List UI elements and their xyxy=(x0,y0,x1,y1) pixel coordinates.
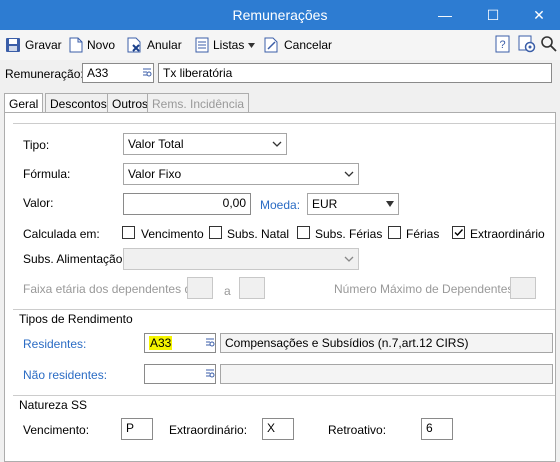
geral-panel: Tipo: Valor Total Fórmula: Valor Fixo Va… xyxy=(4,112,556,462)
tipo-select[interactable]: Valor Total xyxy=(123,133,287,155)
chevron-down-icon xyxy=(344,171,354,177)
valor-label: Valor: xyxy=(23,196,54,210)
faixa-etaria-label: Faixa etária dos dependentes de xyxy=(23,282,198,296)
tab-descontos[interactable]: Descontos xyxy=(45,93,112,113)
vencimento-ss-label: Vencimento: xyxy=(23,423,90,437)
retroativo-label: Retroativo: xyxy=(328,423,387,437)
svg-text:?: ? xyxy=(499,39,505,51)
geral-group xyxy=(13,123,555,124)
chevron-down-icon xyxy=(344,256,354,262)
nao-residentes-label[interactable]: Não residentes: xyxy=(23,368,107,382)
valor-value: 0,00 xyxy=(222,196,246,210)
chevron-down-icon xyxy=(248,42,256,48)
formula-value: Valor Fixo xyxy=(128,167,182,181)
tipo-label: Tipo: xyxy=(23,138,50,152)
settings-icon[interactable] xyxy=(518,35,536,53)
vencimento-check-label: Vencimento xyxy=(141,227,204,241)
save-icon xyxy=(6,38,20,52)
lists-button[interactable]: Listas xyxy=(195,36,256,54)
close-button[interactable]: ✕ xyxy=(516,0,560,30)
title-bar: Remunerações — ☐ ✕ xyxy=(0,0,560,30)
ferias-checkbox[interactable] xyxy=(388,226,401,239)
vencimento-ss-value: P xyxy=(126,421,135,435)
extraordinario-checkbox[interactable] xyxy=(452,226,465,239)
void-label: Anular xyxy=(147,38,182,52)
lookup-icon[interactable] xyxy=(142,68,152,78)
residentes-description: Compensações e Subsídios (n.7,art.12 CIR… xyxy=(220,333,553,353)
cancel-button[interactable]: Cancelar xyxy=(264,36,332,54)
maximize-button[interactable]: ☐ xyxy=(470,0,516,30)
retroativo-value: 6 xyxy=(426,421,433,435)
extraordinario-check-label: Extraordinário xyxy=(470,227,545,241)
void-icon xyxy=(127,37,141,53)
rendimento-title: Tipos de Rendimento xyxy=(19,312,133,326)
faixa-to-input[interactable] xyxy=(239,277,265,299)
toolbar: Gravar Novo Anular Listas Cancelar ? xyxy=(0,30,560,60)
subs-natal-check-label: Subs. Natal xyxy=(227,227,290,241)
natureza-group xyxy=(13,395,555,396)
checkmark-icon xyxy=(454,229,464,237)
tab-rems-incidencia[interactable]: Rems. Incidência xyxy=(147,93,250,113)
residentes-description-value: Compensações e Subsídios (n.7,art.12 CIR… xyxy=(225,336,469,350)
formula-select[interactable]: Valor Fixo xyxy=(123,163,359,185)
nao-residentes-description xyxy=(220,364,553,384)
vencimento-ss-input[interactable]: P xyxy=(121,418,153,440)
subs-alimentacao-select[interactable] xyxy=(123,248,359,270)
subs-ferias-check-label: Subs. Férias xyxy=(315,227,383,241)
valor-input[interactable]: 0,00 xyxy=(123,193,251,215)
subs-ferias-checkbox[interactable] xyxy=(297,226,310,239)
residentes-label[interactable]: Residentes: xyxy=(23,337,86,351)
extraordinario-ss-input[interactable]: X xyxy=(262,418,294,440)
search-icon[interactable] xyxy=(540,35,558,53)
remuneracao-description-input[interactable]: Tx liberatória xyxy=(158,63,552,83)
tipo-value: Valor Total xyxy=(128,137,184,151)
remuneracao-label: Remuneração: xyxy=(5,67,84,81)
new-label: Novo xyxy=(87,38,116,52)
ferias-check-label: Férias xyxy=(406,227,440,241)
chevron-down-icon xyxy=(386,201,394,207)
calculada-label: Calculada em: xyxy=(23,227,100,241)
retroativo-input[interactable]: 6 xyxy=(421,418,453,440)
subs-natal-checkbox[interactable] xyxy=(209,226,222,239)
minimize-button[interactable]: — xyxy=(422,0,468,30)
moeda-value: EUR xyxy=(312,197,338,211)
lookup-icon[interactable] xyxy=(205,369,215,379)
max-dependentes-label: Número Máximo de Dependentes xyxy=(334,282,514,296)
formula-label: Fórmula: xyxy=(23,167,71,181)
cancel-icon xyxy=(264,37,278,53)
lookup-icon[interactable] xyxy=(205,338,215,348)
new-icon xyxy=(69,37,83,53)
moeda-label[interactable]: Moeda: xyxy=(260,198,300,212)
rendimento-group xyxy=(13,309,555,310)
remuneracao-description-value: Tx liberatória xyxy=(163,66,233,80)
tab-geral[interactable]: Geral xyxy=(4,93,44,114)
faixa-from-input[interactable] xyxy=(187,277,213,299)
subs-alimentacao-label: Subs. Alimentação: xyxy=(23,252,126,266)
vencimento-checkbox[interactable] xyxy=(122,226,135,239)
save-button[interactable]: Gravar xyxy=(5,36,62,54)
save-label: Gravar xyxy=(25,38,62,52)
residentes-code-value: A33 xyxy=(149,336,173,350)
new-button[interactable]: Novo xyxy=(69,36,115,54)
help-icon[interactable]: ? xyxy=(494,35,512,53)
lists-label: Listas xyxy=(213,38,245,52)
extraordinario-ss-value: X xyxy=(267,421,276,435)
faixa-a-label: a xyxy=(224,284,231,298)
chevron-down-icon xyxy=(272,141,282,147)
moeda-select[interactable]: EUR xyxy=(307,193,399,215)
natureza-title: Natureza SS xyxy=(19,398,88,412)
cancel-label: Cancelar xyxy=(284,38,333,52)
lists-icon xyxy=(195,37,209,53)
max-dependentes-input[interactable] xyxy=(510,277,536,299)
extraordinario-ss-label: Extraordinário: xyxy=(169,423,248,437)
remuneracao-code-value: A33 xyxy=(87,66,109,80)
void-button[interactable]: Anular xyxy=(127,36,182,54)
